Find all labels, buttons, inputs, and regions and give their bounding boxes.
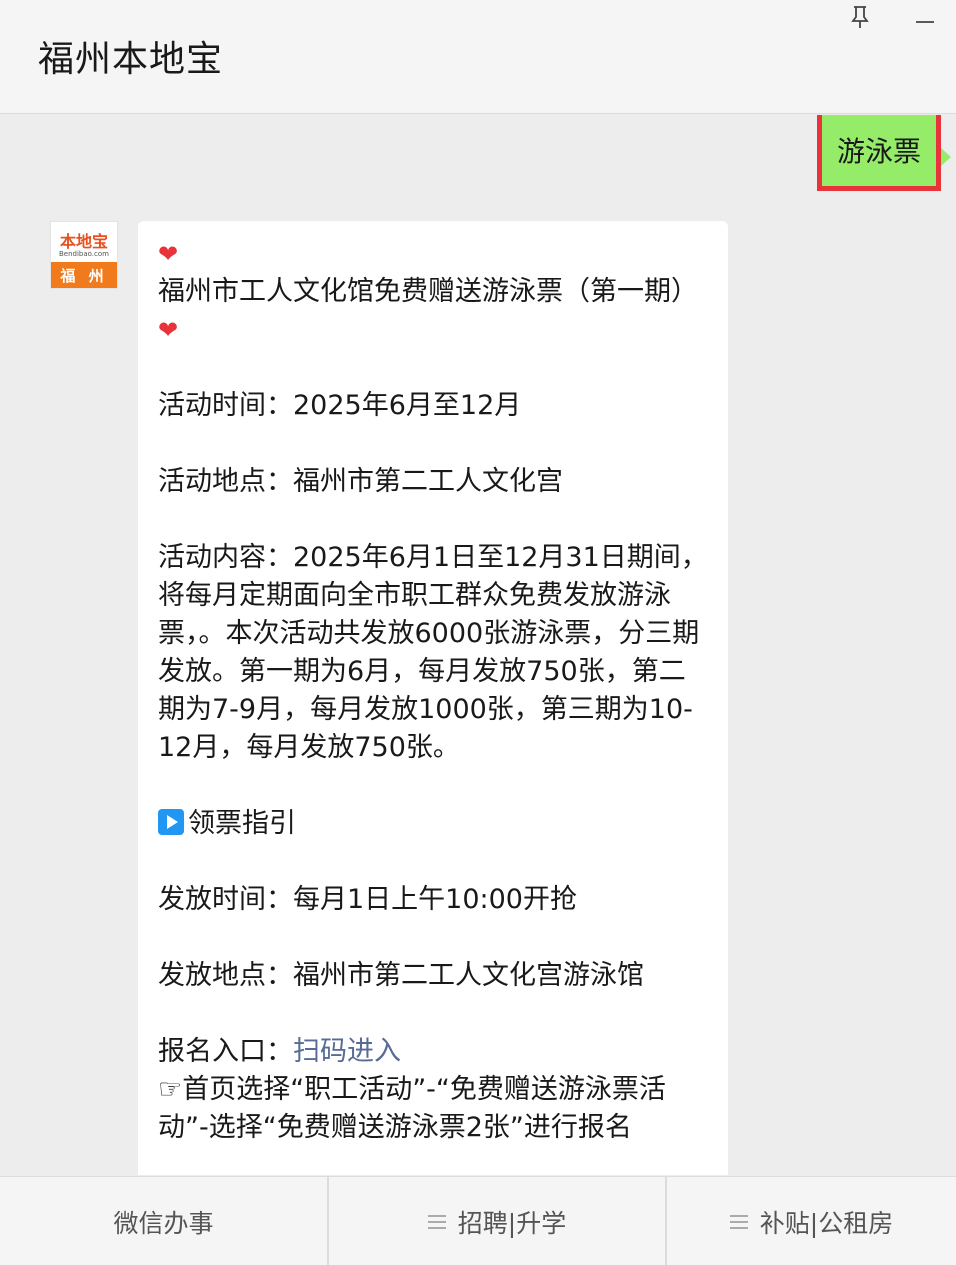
- minimize-button[interactable]: [905, 0, 945, 34]
- avatar-logo-url: Bendibao.com: [58, 250, 109, 258]
- chat-header: 福州本地宝: [0, 0, 956, 114]
- menu-tab-subsidy-housing[interactable]: 补贴|公租房: [665, 1177, 956, 1265]
- menu-tab-label: 招聘|升学: [457, 1208, 567, 1238]
- activity-content: 活动内容：2025年6月1日至12月31日期间，将每月定期面向全市职工群众免费发…: [158, 542, 708, 763]
- activity-place: 活动地点：福州市第二工人文化宫: [158, 466, 563, 497]
- sent-message-text: 游泳票: [836, 134, 921, 168]
- guide-title-text: 领票指引: [188, 808, 296, 839]
- avatar-logo-city: 福 州: [51, 262, 117, 288]
- activity-time: 活动时间：2025年6月至12月: [158, 390, 522, 421]
- signup-label: 报名入口：: [158, 1036, 293, 1067]
- pin-button[interactable]: [840, 0, 880, 34]
- menu-icon: [729, 1214, 748, 1229]
- signup-entry: 报名入口：扫码进入: [158, 1033, 708, 1071]
- reply-heading: ❤ 福州市工人文化馆免费赠送游泳票（第一期） ❤: [158, 235, 708, 349]
- chat-title: 福州本地宝: [38, 39, 224, 80]
- avatar-logo-text: 本地宝: [59, 232, 108, 251]
- heart-icon: ❤: [158, 240, 179, 268]
- minimize-icon: [916, 21, 934, 23]
- guide-title: 领票指引: [158, 805, 708, 843]
- reply-heading-text: 福州市工人文化馆免费赠送游泳票（第一期）: [158, 276, 698, 307]
- heart-icon: ❤: [158, 316, 179, 344]
- menu-tab-label: 补贴|公租房: [759, 1208, 894, 1238]
- official-account-avatar[interactable]: 本地宝 Bendibao.com 福 州: [50, 221, 118, 289]
- menu-icon: [427, 1214, 446, 1229]
- issue-place: 发放地点：福州市第二工人文化宫游泳馆: [158, 960, 644, 991]
- signup-link[interactable]: 扫码进入: [293, 1036, 401, 1067]
- sent-message-bubble[interactable]: 游泳票: [822, 115, 936, 186]
- pin-icon: [851, 6, 869, 28]
- menu-tab-wechat-services[interactable]: 微信办事: [0, 1177, 327, 1265]
- menu-tab-label: 微信办事: [113, 1208, 214, 1238]
- menu-tab-jobs-education[interactable]: 招聘|升学: [327, 1177, 665, 1265]
- sent-bubble-tail: [941, 148, 951, 166]
- issue-time: 发放时间：每月1日上午10:00开抢: [158, 884, 577, 915]
- bottom-menu: 微信办事 招聘|升学 补贴|公租房: [0, 1176, 956, 1265]
- signup-steps: ☞首页选择“职工活动”-“免费赠送游泳票活动”-选择“免费赠送游泳票2张”进行报…: [158, 1074, 666, 1143]
- play-icon: [158, 809, 184, 835]
- reply-message-bubble[interactable]: ❤福州市工人文化馆免费赠送游泳票（第一期）❤ 活动时间：2025年6月至12月 …: [138, 221, 728, 1175]
- chat-area[interactable]: 游泳票 本地宝 Bendibao.com 福 州 ❤ 福州市工人文化馆免费赠送游泳…: [0, 115, 956, 1175]
